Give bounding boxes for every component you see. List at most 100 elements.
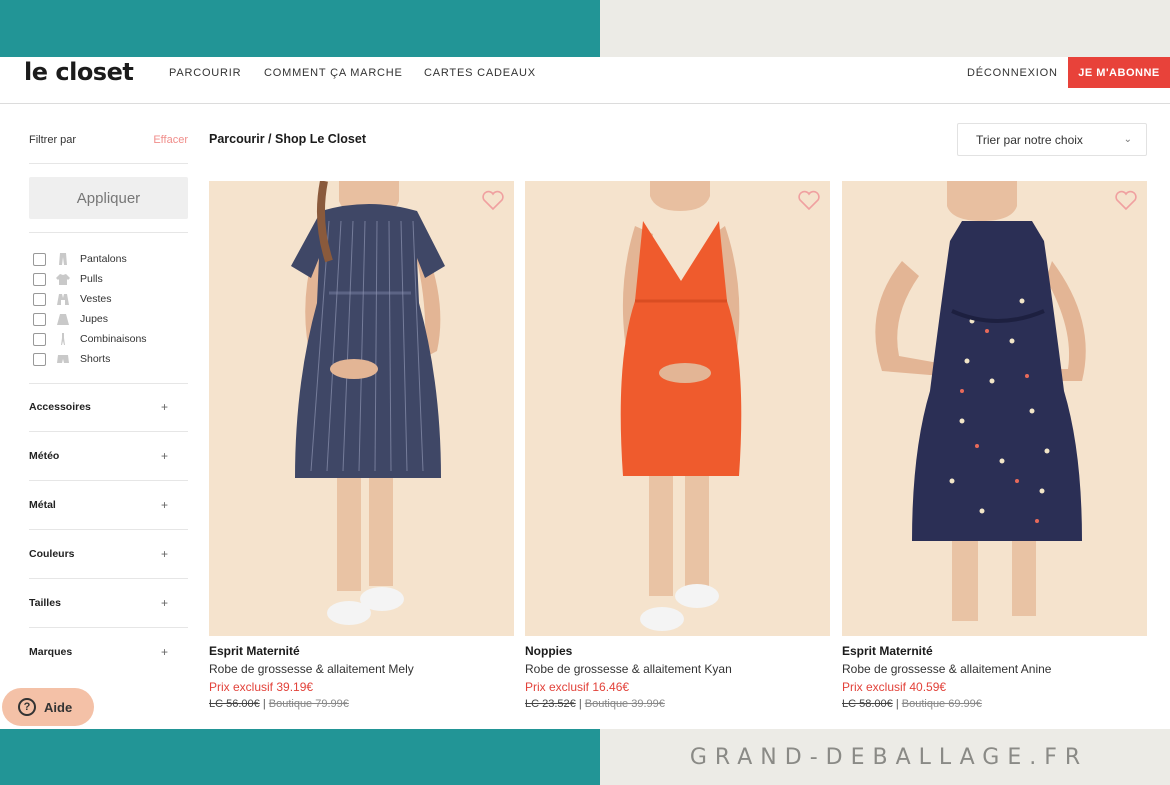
category-jupes[interactable]: Jupes bbox=[33, 309, 147, 329]
filter-section-couleurs[interactable]: Couleurs + bbox=[29, 542, 188, 566]
price-separator: | bbox=[259, 698, 269, 710]
category-shorts[interactable]: Shorts bbox=[33, 349, 147, 369]
filter-section-marques[interactable]: Marques + bbox=[29, 640, 188, 664]
chevron-down-icon: ⌄ bbox=[1123, 134, 1132, 145]
product-old-prices: LC 23.52€ | Boutique 39.99€ bbox=[525, 698, 830, 716]
product-card[interactable]: Esprit Maternité Robe de grossesse & all… bbox=[842, 181, 1147, 716]
filter-section-metal[interactable]: Métal + bbox=[29, 493, 188, 517]
product-card[interactable]: Esprit Maternité Robe de grossesse & all… bbox=[209, 181, 514, 716]
category-label: Pulls bbox=[80, 273, 103, 285]
product-photo[interactable] bbox=[209, 181, 514, 636]
heart-icon[interactable] bbox=[797, 189, 821, 211]
checkbox[interactable] bbox=[33, 252, 46, 266]
frame-bottom-teal bbox=[0, 729, 600, 785]
model-illustration bbox=[842, 181, 1147, 636]
divider bbox=[29, 578, 188, 579]
jacket-icon bbox=[55, 292, 71, 306]
boutique-price: Boutique 69.99€ bbox=[901, 698, 982, 710]
product-name[interactable]: Robe de grossesse & allaitement Anine bbox=[842, 662, 1147, 680]
lc-price: LC 23.52€ bbox=[525, 698, 576, 710]
model-illustration bbox=[525, 181, 830, 636]
price-separator: | bbox=[892, 698, 902, 710]
section-label: Accessoires bbox=[29, 401, 91, 413]
sort-dropdown[interactable]: Trier par notre choix ⌄ bbox=[957, 123, 1147, 156]
product-photo[interactable] bbox=[525, 181, 830, 636]
product-exclusive-price: Prix exclusif 39.19€ bbox=[209, 680, 314, 694]
logout-link[interactable]: DÉCONNEXION bbox=[967, 67, 1058, 79]
checkbox[interactable] bbox=[33, 352, 46, 366]
watermark: GRAND-DEBALLAGE.FR bbox=[689, 744, 1089, 770]
jumpsuit-icon bbox=[55, 332, 71, 346]
subscribe-button[interactable]: JE M'ABONNE bbox=[1068, 57, 1170, 88]
divider bbox=[29, 480, 188, 481]
apply-filters-button[interactable]: Appliquer bbox=[29, 177, 188, 219]
lc-price: LC 58.00€ bbox=[842, 698, 893, 710]
checkbox[interactable] bbox=[33, 292, 46, 306]
boutique-price: Boutique 79.99€ bbox=[268, 698, 349, 710]
product-exclusive-price: Prix exclusif 40.59€ bbox=[842, 680, 947, 694]
help-button[interactable]: ? Aide bbox=[2, 688, 94, 726]
plus-icon: + bbox=[160, 596, 168, 610]
product-exclusive-price: Prix exclusif 16.46€ bbox=[525, 680, 630, 694]
boutique-price: Boutique 39.99€ bbox=[584, 698, 665, 710]
checkbox[interactable] bbox=[33, 312, 46, 326]
product-old-prices: LC 58.00€ | Boutique 69.99€ bbox=[842, 698, 1147, 716]
section-label: Tailles bbox=[29, 597, 61, 609]
shorts-icon bbox=[55, 352, 71, 366]
skirt-icon bbox=[55, 312, 71, 326]
divider bbox=[29, 232, 188, 233]
product-brand: Esprit Maternité bbox=[209, 644, 300, 658]
plus-icon: + bbox=[160, 498, 168, 512]
question-icon: ? bbox=[18, 698, 36, 716]
category-label: Vestes bbox=[80, 293, 112, 305]
filter-by-label: Filtrer par bbox=[29, 134, 77, 146]
product-name[interactable]: Robe de grossesse & allaitement Mely bbox=[209, 662, 514, 680]
heart-icon[interactable] bbox=[481, 189, 505, 211]
filter-section-tailles[interactable]: Tailles + bbox=[29, 591, 188, 615]
filter-section-meteo[interactable]: Météo + bbox=[29, 444, 188, 468]
checkbox[interactable] bbox=[33, 272, 46, 286]
category-label: Pantalons bbox=[80, 253, 127, 265]
section-label: Marques bbox=[29, 646, 73, 658]
divider bbox=[29, 431, 188, 432]
product-brand: Esprit Maternité bbox=[842, 644, 933, 658]
filter-header: Filtrer par Effacer bbox=[29, 134, 188, 146]
category-pantalons[interactable]: Pantalons bbox=[33, 249, 147, 269]
breadcrumb[interactable]: Parcourir / Shop Le Closet bbox=[209, 132, 366, 146]
divider bbox=[29, 627, 188, 628]
category-pulls[interactable]: Pulls bbox=[33, 269, 147, 289]
nav-how-it-works[interactable]: COMMENT ÇA MARCHE bbox=[264, 67, 403, 79]
site-logo[interactable]: le closet bbox=[24, 57, 134, 87]
product-brand: Noppies bbox=[525, 644, 573, 658]
nav-browse[interactable]: PARCOURIR bbox=[169, 67, 241, 79]
divider bbox=[29, 383, 188, 384]
category-label: Combinaisons bbox=[80, 333, 147, 345]
sweater-icon bbox=[55, 272, 71, 286]
sort-value: Trier par notre choix bbox=[976, 132, 1083, 147]
lc-price: LC 56.00€ bbox=[209, 698, 260, 710]
checkbox[interactable] bbox=[33, 332, 46, 346]
category-combinaisons[interactable]: Combinaisons bbox=[33, 329, 147, 349]
section-label: Météo bbox=[29, 450, 60, 462]
divider bbox=[29, 163, 188, 164]
category-label: Jupes bbox=[80, 313, 109, 325]
product-photo[interactable] bbox=[842, 181, 1147, 636]
product-name[interactable]: Robe de grossesse & allaitement Kyan bbox=[525, 662, 830, 680]
nav-gift-cards[interactable]: CARTES CADEAUX bbox=[424, 67, 536, 79]
plus-icon: + bbox=[160, 400, 168, 414]
heart-icon[interactable] bbox=[1114, 189, 1138, 211]
category-vestes[interactable]: Vestes bbox=[33, 289, 147, 309]
help-label: Aide bbox=[44, 699, 73, 715]
plus-icon: + bbox=[160, 547, 168, 561]
filter-section-accessoires[interactable]: Accessoires + bbox=[29, 395, 188, 419]
plus-icon: + bbox=[160, 449, 168, 463]
product-card[interactable]: Noppies Robe de grossesse & allaitement … bbox=[525, 181, 830, 716]
price-separator: | bbox=[575, 698, 585, 710]
top-navigation-bar: le closet PARCOURIR COMMENT ÇA MARCHE CA… bbox=[0, 57, 1170, 104]
model-illustration bbox=[209, 181, 514, 636]
divider bbox=[29, 529, 188, 530]
clear-filters-link[interactable]: Effacer bbox=[153, 134, 188, 146]
product-old-prices: LC 56.00€ | Boutique 79.99€ bbox=[209, 698, 514, 716]
section-label: Couleurs bbox=[29, 548, 75, 560]
section-label: Métal bbox=[29, 499, 56, 511]
